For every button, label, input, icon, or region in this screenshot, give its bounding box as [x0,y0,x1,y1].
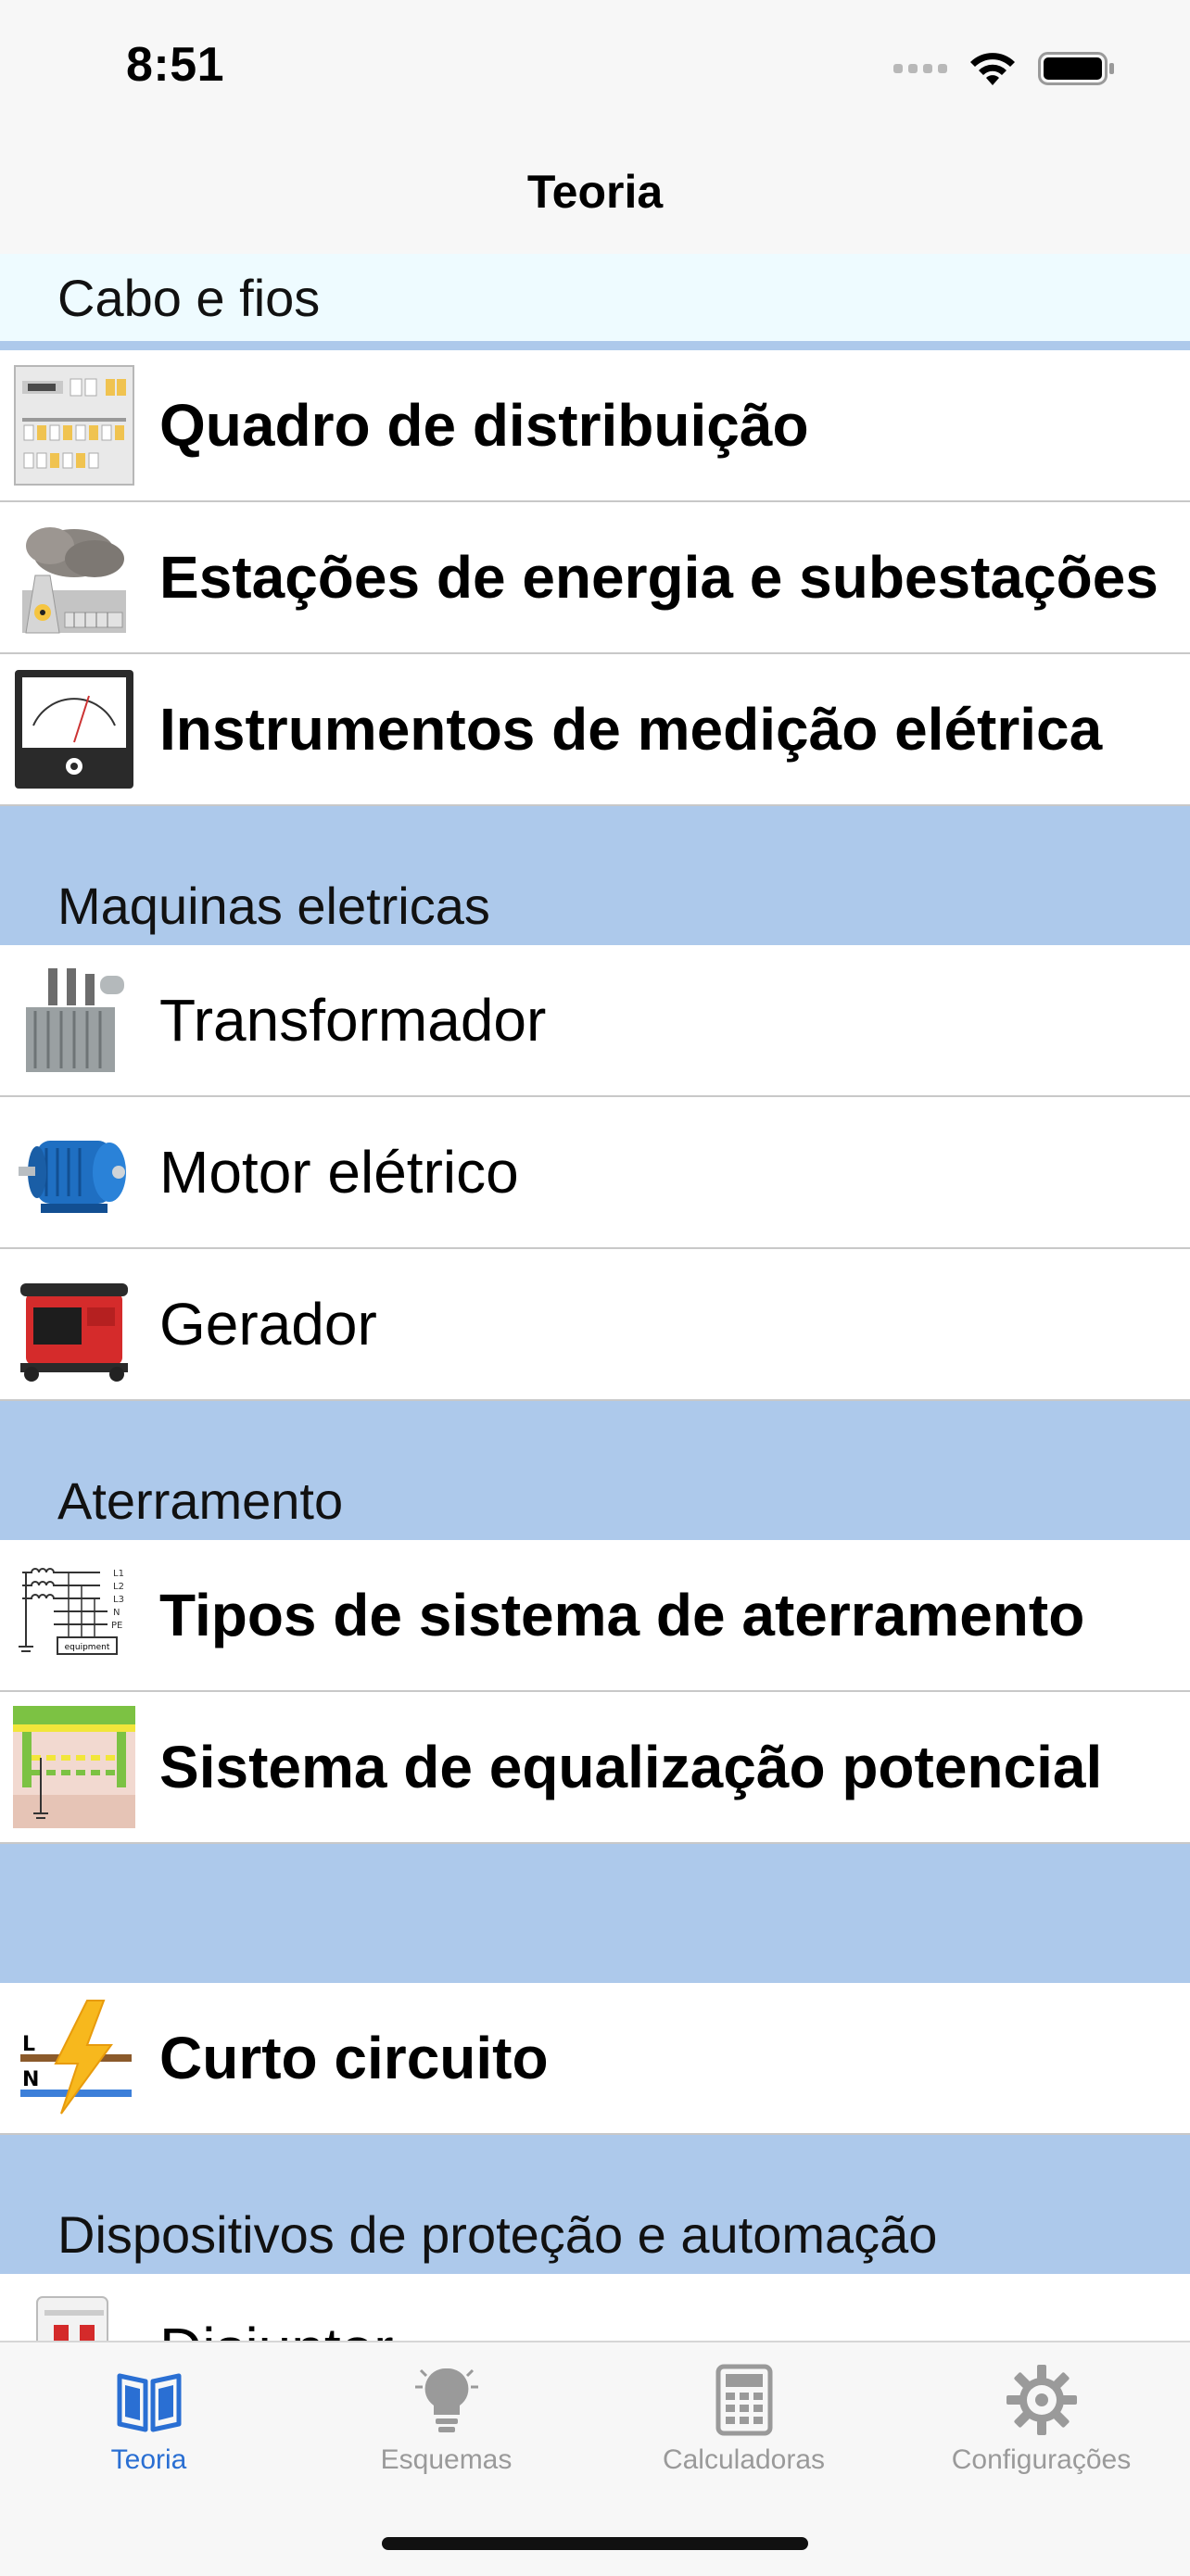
section-label: Aterramento [57,1471,344,1530]
list-item-quadro[interactable]: Quadro de distribuição [0,350,1190,502]
earthing-system-icon: equipment L1 L2 L3 N PE [13,1554,135,1676]
list-item-title: Motor elétrico [159,1139,519,1206]
list-item-instrumentos[interactable]: Instrumentos de medição elétrica [0,654,1190,806]
list-item-title: Gerador [159,1291,377,1357]
list-item-estacoes[interactable]: Estações de energia e subestações [0,502,1190,654]
list-item-motor[interactable]: Motor elétrico [0,1097,1190,1249]
status-icons [893,44,1116,93]
section-header-cabo: Cabo e fios [0,254,1190,350]
home-indicator[interactable] [382,2537,808,2550]
list-item-disjuntor[interactable]: Disjuntor [0,2274,1190,2341]
distribution-board-icon [14,365,134,486]
tab-label: Esquemas [380,2444,513,2475]
section-label: Dispositivos de proteção e automação [57,2205,938,2264]
electric-motor-icon [19,1141,126,1213]
list-item-title: Tipos de sistema de aterramento [159,1582,1085,1648]
section-header-blank [0,1844,1190,1983]
tab-teoria[interactable]: Teoria [0,2363,298,2493]
section-header-maquinas: Maquinas eletricas [0,806,1190,945]
list-item-title: Quadro de distribuição [159,392,809,459]
book-icon [117,2373,181,2432]
list-item-equalizacao[interactable]: Sistema de equalização potencial [0,1692,1190,1844]
sc-l-text: L [22,2033,35,2056]
circuit-breaker-icon [36,2296,108,2341]
theory-list[interactable]: Cabo e fios Quadro de distribuição Estaç… [0,254,1190,2341]
navigation-bar: Teoria [0,139,1190,255]
section-header-dispositivos: Dispositivos de proteção e automação [0,2135,1190,2274]
l1-text: L1 [113,1569,124,1579]
list-item-tipos[interactable]: equipment L1 L2 L3 N PE Tipos de sistema… [0,1540,1190,1692]
cellular-signal-icon [893,64,947,73]
tab-label: Calculadoras [662,2444,826,2475]
pe-text: PE [111,1621,122,1631]
n-text: N [113,1608,120,1618]
equipotential-icon [13,1706,135,1828]
l2-text: L2 [113,1582,124,1592]
short-circuit-icon: L N [13,1997,135,2119]
l3-text: L3 [113,1595,124,1605]
sc-n-text: N [22,2068,39,2091]
transformer-icon [26,968,124,1072]
calculator-icon [715,2364,772,2436]
equipment-text: equipment [65,1643,110,1652]
list-item-title: Disjuntor [159,2274,394,2341]
list-item-transformador[interactable]: Transformador [0,945,1190,1097]
list-item-title: Instrumentos de medição elétrica [159,696,1103,763]
tab-calculadoras[interactable]: Calculadoras [595,2363,892,2493]
list-item-curto[interactable]: L N Curto circuito [0,1983,1190,2135]
list-item-title: Estações de energia e subestações [159,544,1158,611]
page-title: Teoria [526,166,664,218]
list-item-title: Sistema de equalização potencial [159,1734,1103,1800]
tab-label: Configurações [951,2444,1132,2475]
battery-icon [1038,52,1114,85]
list-item-title: Curto circuito [159,2025,549,2091]
power-plant-icon [22,527,126,634]
section-label: Cabo e fios [57,269,321,327]
meter-icon [15,670,133,789]
tab-label: Teoria [110,2444,187,2475]
tab-configuracoes[interactable]: Configurações [892,2363,1190,2493]
list-item-title: Transformador [159,987,547,1054]
section-header-aterramento: Aterramento [0,1401,1190,1540]
section-label: Maquinas eletricas [57,877,490,935]
list-item-gerador[interactable]: Gerador [0,1249,1190,1401]
status-time: 8:51 [126,38,225,92]
generator-icon [20,1283,128,1382]
status-bar: 8:51 [0,0,1190,139]
lightbulb-icon [414,2368,478,2432]
tab-esquemas[interactable]: Esquemas [298,2363,595,2493]
wifi-icon [970,53,1015,85]
gear-icon [1006,2365,1077,2435]
